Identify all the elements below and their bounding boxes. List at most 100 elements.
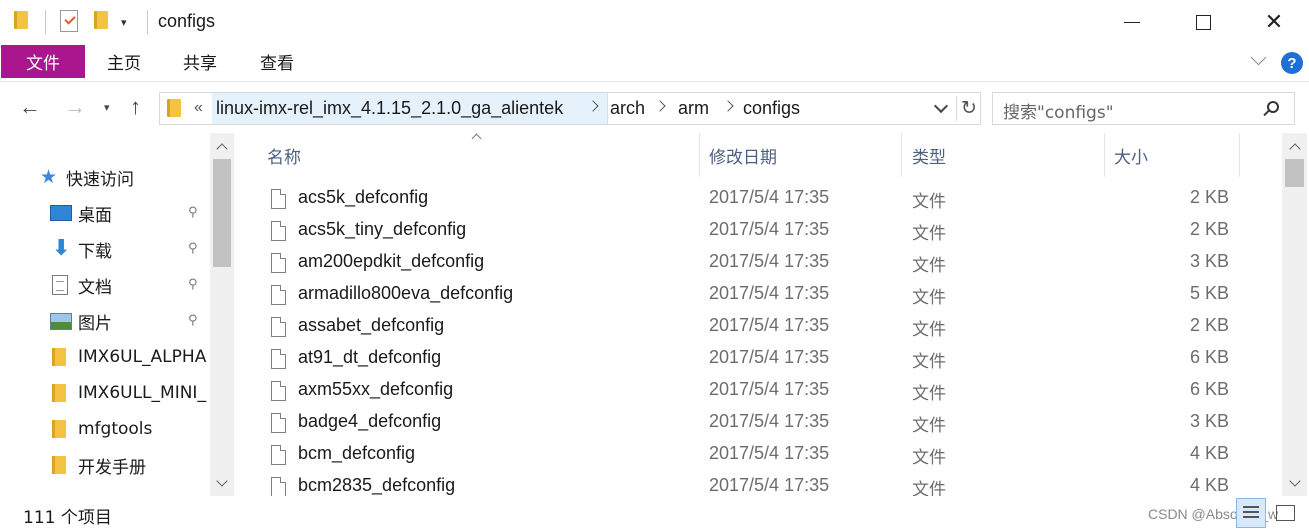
table-row[interactable]: at91_dt_defconfig 2017/5/4 17:35 文件 6 KB	[237, 344, 1282, 376]
file-size: 2 KB	[1189, 219, 1229, 239]
file-size: 5 KB	[1189, 283, 1229, 303]
sidebar-item-dev-manual[interactable]: 开发手册	[0, 447, 210, 483]
tab-home[interactable]: 主页	[95, 45, 153, 78]
file-icon	[271, 477, 286, 496]
table-row[interactable]: armadillo800eva_defconfig 2017/5/4 17:35…	[237, 280, 1282, 312]
file-size: 4 KB	[1189, 443, 1229, 463]
sidebar-item-desktop[interactable]: 桌面 ⚲	[0, 195, 210, 231]
file-type: 文件	[912, 256, 946, 276]
file-icon	[271, 445, 286, 465]
large-icons-view-button[interactable]	[1270, 498, 1300, 528]
file-date: 2017/5/4 17:35	[709, 187, 830, 207]
column-divider[interactable]	[1239, 133, 1240, 177]
file-icon	[271, 413, 286, 433]
close-button[interactable]: ✕	[1239, 0, 1309, 44]
pin-icon: ⚲	[188, 241, 198, 256]
breadcrumb-root[interactable]: linux-imx-rel_imx_4.1.15_2.1.0_ga_alient…	[216, 98, 563, 119]
expand-ribbon-icon[interactable]	[1250, 52, 1268, 70]
file-list-scrollbar[interactable]	[1282, 133, 1307, 496]
sidebar-item-label: 开发手册	[78, 457, 146, 478]
sidebar-item-imx6ul-alpha[interactable]: IMX6UL_ALPHA	[0, 339, 210, 375]
customize-toolbar-dropdown[interactable]: ▾	[121, 16, 127, 29]
chevron-right-icon[interactable]	[654, 100, 666, 112]
pin-icon: ⚲	[188, 313, 198, 328]
column-header-date[interactable]: 修改日期	[709, 143, 777, 168]
table-row[interactable]: bcm_defconfig 2017/5/4 17:35 文件 4 KB	[237, 440, 1282, 472]
tab-view[interactable]: 查看	[248, 45, 306, 78]
sidebar-item-documents[interactable]: 文档 ⚲	[0, 267, 210, 303]
file-name: badge4_defconfig	[298, 411, 442, 431]
column-divider[interactable]	[1104, 133, 1105, 177]
tab-share[interactable]: 共享	[171, 45, 229, 78]
scrollbar-thumb[interactable]	[213, 159, 231, 267]
scroll-up-icon[interactable]	[1289, 143, 1301, 155]
scroll-up-icon[interactable]	[216, 143, 228, 155]
tab-file[interactable]: 文件	[1, 45, 85, 78]
file-name: acs5k_defconfig	[298, 187, 429, 207]
pin-icon: ⚲	[188, 277, 198, 292]
address-overflow[interactable]: «	[194, 99, 203, 117]
file-icon	[271, 189, 286, 209]
column-divider[interactable]	[901, 133, 902, 177]
file-type: 文件	[912, 480, 946, 496]
scroll-down-icon[interactable]	[1289, 475, 1301, 487]
details-view-button[interactable]	[1236, 498, 1266, 528]
folder-icon	[52, 384, 66, 402]
recent-locations-dropdown[interactable]: ▾	[104, 101, 110, 114]
search-icon[interactable]	[1267, 101, 1279, 113]
toolbar-divider	[45, 10, 46, 34]
file-size: 4 KB	[1189, 475, 1229, 495]
properties-icon[interactable]	[60, 10, 78, 32]
chevron-down-icon[interactable]	[933, 98, 949, 114]
breadcrumb-arm[interactable]: arm	[678, 98, 709, 119]
table-row[interactable]: badge4_defconfig 2017/5/4 17:35 文件 3 KB	[237, 408, 1282, 440]
forward-button[interactable]: →	[64, 96, 86, 118]
toolbar-divider	[147, 10, 148, 34]
sidebar-item-quick-access[interactable]: ★ 快速访问	[0, 159, 210, 195]
file-type: 文件	[912, 320, 946, 340]
search-box[interactable]: 搜索"configs"	[992, 92, 1295, 125]
new-folder-icon[interactable]	[94, 11, 108, 29]
sidebar-item-imx6ull-mini[interactable]: IMX6ULL_MINI_	[0, 375, 210, 411]
sidebar-item-downloads[interactable]: ⬇ 下载 ⚲	[0, 231, 210, 267]
table-row[interactable]: acs5k_defconfig 2017/5/4 17:35 文件 2 KB	[237, 184, 1282, 216]
column-header-type[interactable]: 类型	[912, 143, 946, 168]
maximize-icon	[1195, 14, 1211, 30]
breadcrumb-arch[interactable]: arch	[610, 98, 645, 119]
table-row[interactable]: assabet_defconfig 2017/5/4 17:35 文件 2 KB	[237, 312, 1282, 344]
address-bar[interactable]: « linux-imx-rel_imx_4.1.15_2.1.0_ga_alie…	[159, 92, 981, 125]
table-row[interactable]: am200epdkit_defconfig 2017/5/4 17:35 文件 …	[237, 248, 1282, 280]
scrollbar-thumb[interactable]	[1285, 159, 1304, 187]
file-name: bcm2835_defconfig	[298, 475, 456, 495]
table-row[interactable]: axm55xx_defconfig 2017/5/4 17:35 文件 6 KB	[237, 376, 1282, 408]
file-name: am200epdkit_defconfig	[298, 251, 485, 271]
up-button[interactable]: ↑	[130, 96, 141, 118]
refresh-button[interactable]: ↻	[956, 96, 981, 121]
breadcrumb-configs[interactable]: configs	[743, 98, 800, 119]
help-button[interactable]: ?	[1281, 52, 1303, 74]
file-icon	[271, 285, 286, 305]
sidebar-item-mfgtools[interactable]: mfgtools	[0, 411, 210, 447]
minimize-icon	[1124, 21, 1140, 23]
maximize-button[interactable]	[1168, 0, 1238, 44]
table-row[interactable]: bcm2835_defconfig 2017/5/4 17:35 文件 4 KB	[237, 472, 1282, 496]
sidebar-item-label: 图片	[78, 313, 112, 334]
navigation-pane: ★ 快速访问 桌面 ⚲ ⬇ 下载 ⚲ 文档 ⚲ 图片 ⚲ IMX6UL_ALPH…	[0, 133, 236, 496]
column-header-size[interactable]: 大小	[1114, 143, 1148, 168]
search-input[interactable]: 搜索"configs"	[1003, 98, 1114, 123]
chevron-right-icon[interactable]	[722, 100, 734, 112]
navigation-scrollbar[interactable]	[210, 133, 234, 496]
file-date: 2017/5/4 17:35	[709, 475, 830, 495]
column-header-name[interactable]: 名称	[267, 143, 301, 168]
table-row[interactable]: acs5k_tiny_defconfig 2017/5/4 17:35 文件 2…	[237, 216, 1282, 248]
sidebar-item-pictures[interactable]: 图片 ⚲	[0, 303, 210, 339]
back-button[interactable]: ←	[19, 96, 41, 118]
file-size: 2 KB	[1189, 187, 1229, 207]
minimize-button[interactable]	[1097, 0, 1167, 44]
file-date: 2017/5/4 17:35	[709, 411, 830, 431]
column-divider[interactable]	[699, 133, 700, 177]
folder-icon	[14, 11, 28, 29]
title-bar: ▾ configs ✕	[0, 0, 1309, 44]
file-icon	[271, 317, 286, 337]
scroll-down-icon[interactable]	[216, 475, 228, 487]
